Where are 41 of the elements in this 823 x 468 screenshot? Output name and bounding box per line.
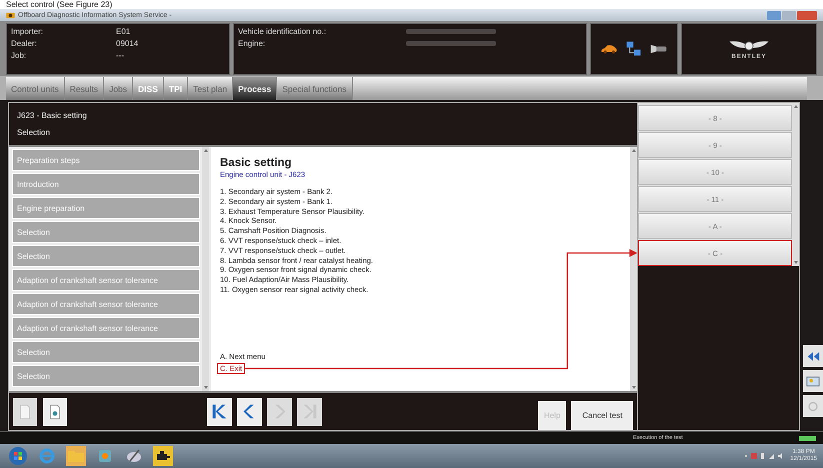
circle-icon <box>806 400 820 412</box>
double-arrow-icon <box>806 350 820 362</box>
content-heading: Basic setting <box>220 157 293 169</box>
network-icon[interactable] <box>625 41 643 57</box>
scrollbar[interactable] <box>630 147 638 391</box>
side-button[interactable] <box>803 345 823 367</box>
winged-logo-icon <box>728 38 770 52</box>
document-icon <box>49 404 61 420</box>
nav-prev-button[interactable] <box>237 398 262 426</box>
info-label: Dealer: <box>11 39 38 48</box>
process-subtitle: Selection <box>17 128 51 137</box>
info-value: --- <box>116 51 124 60</box>
nav-first-button[interactable] <box>207 398 232 426</box>
minimize-button[interactable] <box>767 10 781 20</box>
info-label: Job: <box>11 51 28 60</box>
close-button[interactable] <box>797 10 817 20</box>
document-icon <box>19 404 31 420</box>
side-button[interactable] <box>803 370 823 392</box>
skip-back-icon <box>211 403 228 420</box>
scrollbar[interactable] <box>792 103 799 266</box>
start-button-icon[interactable] <box>8 446 28 466</box>
document-preview-button[interactable] <box>43 398 67 426</box>
tray-icons-icon <box>744 451 784 461</box>
tab[interactable]: Process <box>233 77 278 100</box>
status-indicator <box>799 436 816 440</box>
tab[interactable]: TPI <box>164 77 188 100</box>
document-button[interactable] <box>13 398 37 426</box>
process-title: J623 - Basic setting <box>17 111 88 120</box>
info-value: E01 <box>116 27 130 36</box>
info-label: Importer: <box>11 27 44 36</box>
vehicle-label: Vehicle identification no.: <box>238 27 328 36</box>
action-button[interactable]: Cancel test <box>571 401 634 430</box>
scrollbar[interactable] <box>202 147 209 391</box>
tab[interactable]: DISS <box>133 77 164 100</box>
figure-caption: Select control (See Figure 23) <box>6 0 112 9</box>
info-value: 09014 <box>116 39 138 48</box>
vehicle-label: Engine: <box>238 39 266 48</box>
app-logo-icon <box>6 12 15 18</box>
browser-icon[interactable] <box>37 446 57 466</box>
picture-icon <box>806 376 820 386</box>
engine-app-icon[interactable] <box>153 446 173 466</box>
